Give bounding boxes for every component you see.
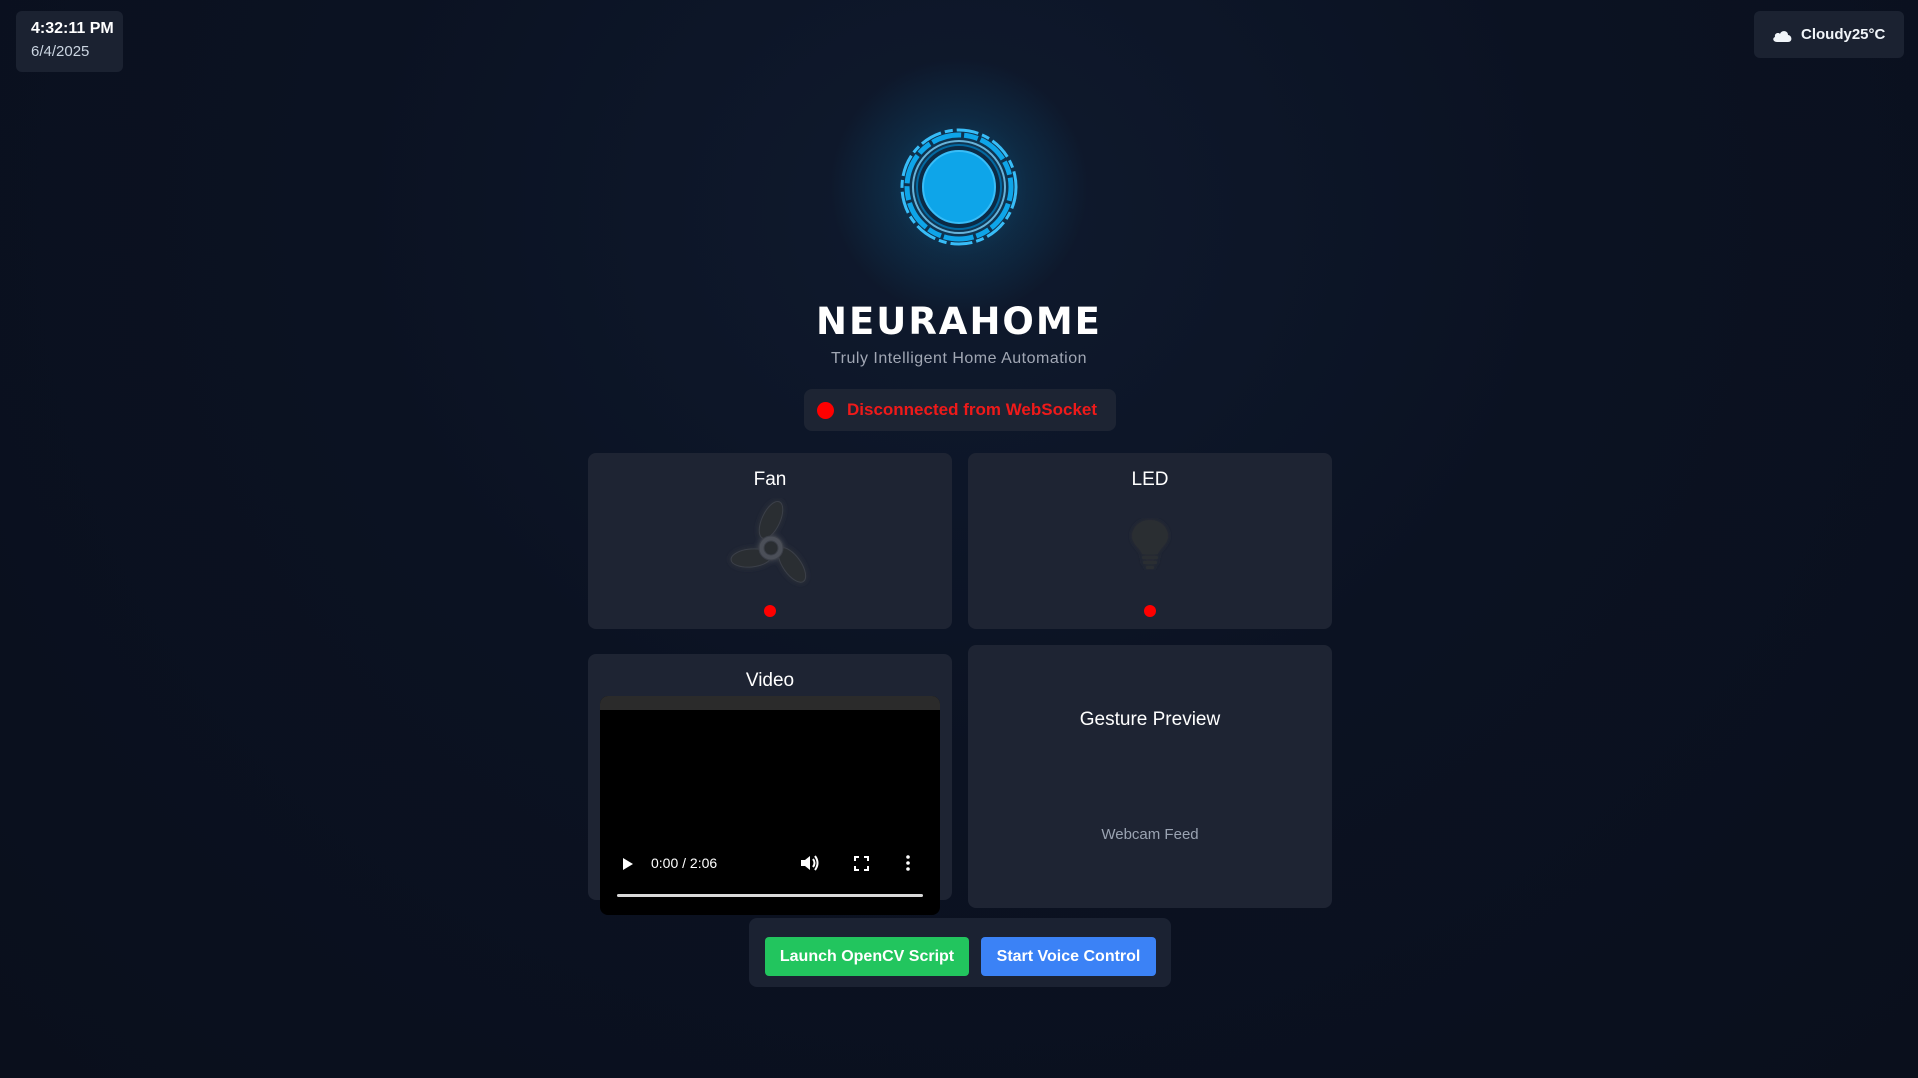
weather-temperature: 25°C <box>1851 26 1886 43</box>
connection-status: Disconnected from WebSocket <box>804 389 1116 431</box>
gesture-preview-label: Gesture Preview <box>1079 709 1221 730</box>
fan-status-indicator <box>764 605 776 617</box>
led-status-indicator <box>1144 605 1156 617</box>
status-text: Disconnected from WebSocket <box>847 400 1098 419</box>
start-voice-control-button[interactable]: Start Voice Control <box>981 937 1156 976</box>
fan-icon <box>730 500 807 583</box>
clock-date: 6/4/2025 <box>31 43 90 60</box>
video-progress-bar[interactable] <box>617 894 923 897</box>
clock-widget: 4:32:11 PM 6/4/2025 <box>16 11 123 72</box>
more-options-icon[interactable] <box>905 855 911 871</box>
video-timecode: 0:00 / 2:06 <box>651 855 718 871</box>
video-player[interactable]: 0:00 / 2:06 <box>600 696 940 915</box>
video-label: Video <box>745 670 795 691</box>
cloud-icon <box>1773 30 1792 42</box>
neural-orb-icon <box>900 128 1018 246</box>
action-bar: Launch OpenCV Script Start Voice Control <box>749 918 1171 987</box>
volume-icon[interactable] <box>800 854 820 872</box>
tagline: Truly Intelligent Home Automation <box>830 350 1088 367</box>
led-card[interactable]: LED <box>968 453 1332 629</box>
weather-condition: Cloudy <box>1801 26 1852 43</box>
play-icon[interactable] <box>622 857 634 871</box>
status-dot <box>817 401 834 419</box>
webcam-feed: Webcam Feed <box>1101 826 1199 843</box>
fan-card[interactable]: Fan <box>588 453 952 629</box>
brand-title: NEURAHOME <box>816 300 1102 343</box>
lightbulb-icon <box>1132 520 1168 569</box>
video-card: Video 0:00 / 2:06 <box>588 654 952 915</box>
clock-time: 4:32:11 PM <box>31 20 114 37</box>
fan-label: Fan <box>753 469 787 490</box>
fullscreen-icon[interactable] <box>854 856 869 871</box>
led-label: LED <box>1131 469 1169 490</box>
gesture-preview-card: Gesture Preview Webcam Feed <box>968 645 1332 908</box>
launch-opencv-button[interactable]: Launch OpenCV Script <box>765 937 969 976</box>
weather-widget: Cloudy 25°C <box>1754 11 1904 58</box>
video-top-bar <box>600 696 940 710</box>
video-controls: 0:00 / 2:06 <box>600 848 940 878</box>
